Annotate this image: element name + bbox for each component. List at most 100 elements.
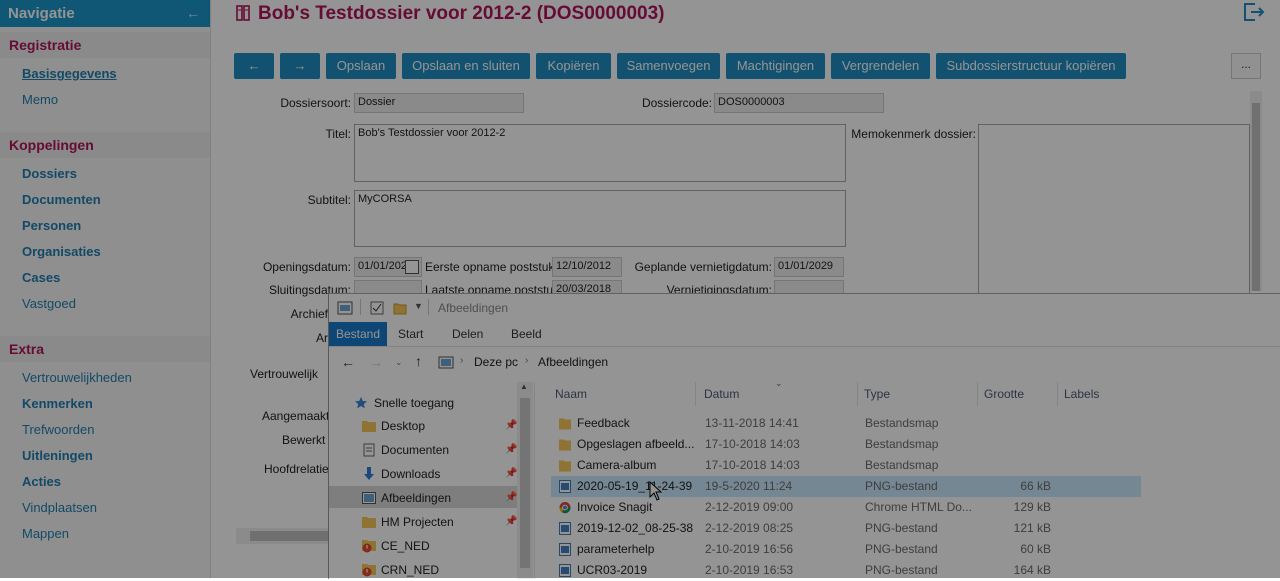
tree-item-documenten[interactable]: Documenten bbox=[381, 443, 449, 457]
sluitingsdatum-field[interactable] bbox=[354, 280, 422, 294]
divider bbox=[857, 382, 858, 406]
recent-locations-icon[interactable]: ⌄ bbox=[395, 357, 403, 368]
forward-button[interactable]: → bbox=[280, 53, 320, 79]
eerste-opname-field[interactable]: 12/10/2012 bbox=[552, 257, 622, 277]
file-row-selected[interactable]: 2020-05-19_11-24-39 19-5-2020 11:24 PNG-… bbox=[551, 476, 1141, 497]
divider bbox=[695, 382, 696, 406]
vernietigingsdatum-field[interactable] bbox=[774, 280, 844, 294]
sidebar-item-uitleningen[interactable]: Uitleningen bbox=[22, 448, 93, 463]
sidebar-item-trefwoorden[interactable]: Trefwoorden bbox=[22, 422, 95, 437]
file-row[interactable]: Opgeslagen afbeeld... 17-10-2018 14:03 B… bbox=[551, 434, 1141, 455]
file-name: parameterhelp bbox=[577, 542, 655, 556]
file-type: Bestandsmap bbox=[865, 458, 939, 472]
column-labels[interactable]: Labels bbox=[1064, 387, 1099, 401]
pin-icon: 📌 bbox=[505, 444, 518, 455]
save-and-close-button[interactable]: Opslaan en sluiten bbox=[402, 53, 530, 79]
section-label: Koppelingen bbox=[9, 137, 94, 153]
divider bbox=[428, 299, 429, 315]
tab-delen[interactable]: Delen bbox=[452, 322, 483, 346]
collapse-sidebar-icon[interactable]: ← bbox=[186, 5, 200, 21]
explorer-ribbon: Bestand Start Delen Beeld bbox=[329, 322, 1280, 347]
up-arrow-icon[interactable]: ↑ bbox=[415, 353, 422, 369]
memokenmerk-field[interactable] bbox=[978, 124, 1250, 296]
breadcrumb-afbeeldingen[interactable]: Afbeeldingen bbox=[538, 355, 608, 369]
memokenmerk-label: Memokenmerk dossier: bbox=[851, 127, 976, 141]
navigation-pane-scrollbar[interactable]: ▲ bbox=[517, 382, 533, 579]
tab-start[interactable]: Start bbox=[398, 322, 423, 346]
sidebar-item-mappen[interactable]: Mappen bbox=[22, 526, 69, 541]
image-file-icon bbox=[559, 543, 571, 556]
column-type[interactable]: Type bbox=[864, 387, 890, 401]
column-naam[interactable]: Naam bbox=[555, 387, 587, 401]
file-row[interactable]: Feedback 13-11-2018 14:41 Bestandsmap bbox=[551, 413, 1141, 434]
sidebar-item-organisaties[interactable]: Organisaties bbox=[22, 244, 101, 259]
copy-button[interactable]: Kopiëren bbox=[536, 53, 611, 79]
permissions-button[interactable]: Machtigingen bbox=[726, 53, 825, 79]
tree-item-snelle-toegang[interactable]: Snelle toegang bbox=[374, 396, 454, 410]
sidebar-header: Navigatie ← bbox=[0, 0, 210, 27]
sidebar-item-memo[interactable]: Memo bbox=[22, 92, 58, 107]
pin-icon: 📌 bbox=[505, 468, 518, 479]
tab-beeld[interactable]: Beeld bbox=[511, 322, 542, 346]
sidebar-item-acties[interactable]: Acties bbox=[22, 474, 61, 489]
sidebar-item-vastgoed[interactable]: Vastgoed bbox=[22, 296, 76, 311]
logout-icon[interactable] bbox=[1241, 1, 1265, 23]
back-arrow-icon[interactable]: ← bbox=[341, 354, 355, 370]
properties-icon[interactable] bbox=[370, 301, 384, 315]
tree-item-crn-ned[interactable]: CRN_NED bbox=[381, 563, 439, 577]
form-vertical-scrollbar[interactable] bbox=[1250, 91, 1262, 291]
file-row[interactable]: Camera-album 17-10-2018 14:03 Bestandsma… bbox=[551, 455, 1141, 476]
sidebar-item-dossiers[interactable]: Dossiers bbox=[22, 166, 77, 181]
file-date: 17-10-2018 14:03 bbox=[705, 437, 800, 451]
more-button[interactable]: ... bbox=[1231, 53, 1261, 79]
chevron-down-icon[interactable]: ▼ bbox=[414, 301, 423, 311]
file-date: 13-11-2018 14:41 bbox=[705, 416, 799, 430]
file-type: Bestandsmap bbox=[865, 416, 939, 430]
scroll-up-icon[interactable]: ▲ bbox=[520, 382, 528, 391]
dossiersoort-field[interactable]: Dossier bbox=[354, 93, 524, 113]
column-grootte[interactable]: Grootte bbox=[984, 387, 1024, 401]
folder-icon bbox=[362, 421, 376, 432]
file-row[interactable]: 2019-12-02_08-25-38 2-12-2019 08:25 PNG-… bbox=[551, 518, 1141, 539]
tree-item-hm-projecten[interactable]: HM Projecten bbox=[381, 515, 454, 529]
sidebar-item-personen[interactable]: Personen bbox=[22, 218, 81, 233]
geplande-vernietigdatum-label: Geplande vernietigdatum: bbox=[634, 260, 772, 274]
copy-subfolder-structure-button[interactable]: Subdossierstructuur kopiëren bbox=[936, 53, 1126, 79]
save-button[interactable]: Opslaan bbox=[326, 53, 396, 79]
chrome-icon bbox=[559, 502, 571, 514]
calendar-icon[interactable] bbox=[405, 260, 419, 274]
sidebar-item-vindplaatsen[interactable]: Vindplaatsen bbox=[22, 500, 97, 515]
lock-button[interactable]: Vergrendelen bbox=[831, 53, 930, 79]
sort-indicator-icon: ⌄ bbox=[775, 378, 783, 388]
column-datum[interactable]: Datum bbox=[704, 387, 739, 401]
dossiercode-field[interactable]: DOS0000003 bbox=[714, 93, 884, 113]
sidebar-item-basisgegevens[interactable]: Basisgegevens bbox=[22, 66, 117, 81]
archief-label: Archief bbox=[290, 307, 328, 321]
sidebar-item-vertrouwelijkheden[interactable]: Vertrouwelijkheden bbox=[22, 370, 132, 385]
breadcrumb-deze-pc[interactable]: Deze pc bbox=[474, 355, 518, 369]
navigation-pane: Snelle toegang Desktop 📌 Documenten 📌 Do… bbox=[329, 382, 535, 579]
sidebar-item-kenmerken[interactable]: Kenmerken bbox=[22, 396, 93, 411]
tab-bestand[interactable]: Bestand bbox=[329, 322, 388, 346]
warning-icon bbox=[362, 564, 376, 577]
new-folder-icon[interactable] bbox=[393, 301, 407, 315]
laatste-opname-field[interactable]: 20/03/2018 bbox=[552, 280, 622, 294]
file-date: 2-10-2019 16:53 bbox=[705, 563, 794, 577]
titel-field[interactable]: Bob's Testdossier voor 2012-2 bbox=[354, 124, 846, 182]
tree-item-ce-ned[interactable]: CE_NED bbox=[381, 539, 430, 553]
tree-item-desktop[interactable]: Desktop bbox=[381, 419, 425, 433]
folder-icon bbox=[559, 439, 571, 451]
merge-button[interactable]: Samenvoegen bbox=[617, 53, 720, 79]
geplande-vernietigdatum-field[interactable]: 01/01/2029 bbox=[774, 257, 844, 277]
tree-item-afbeeldingen[interactable]: Afbeeldingen bbox=[381, 491, 451, 505]
tree-item-downloads[interactable]: Downloads bbox=[381, 467, 440, 481]
sidebar-item-documenten[interactable]: Documenten bbox=[22, 192, 101, 207]
file-row[interactable]: Invoice Snagit 2-12-2019 09:00 Chrome HT… bbox=[551, 497, 1141, 518]
form-horizontal-scrollbar[interactable] bbox=[236, 528, 328, 544]
forward-arrow-icon[interactable]: → bbox=[369, 354, 383, 370]
file-row[interactable]: parameterhelp 2-10-2019 16:56 PNG-bestan… bbox=[551, 539, 1141, 560]
sidebar-item-cases[interactable]: Cases bbox=[22, 270, 60, 285]
subtitel-field[interactable]: MyCORSA bbox=[354, 190, 846, 247]
back-button[interactable]: ← bbox=[234, 53, 274, 79]
section-extra: Extra bbox=[0, 336, 210, 362]
